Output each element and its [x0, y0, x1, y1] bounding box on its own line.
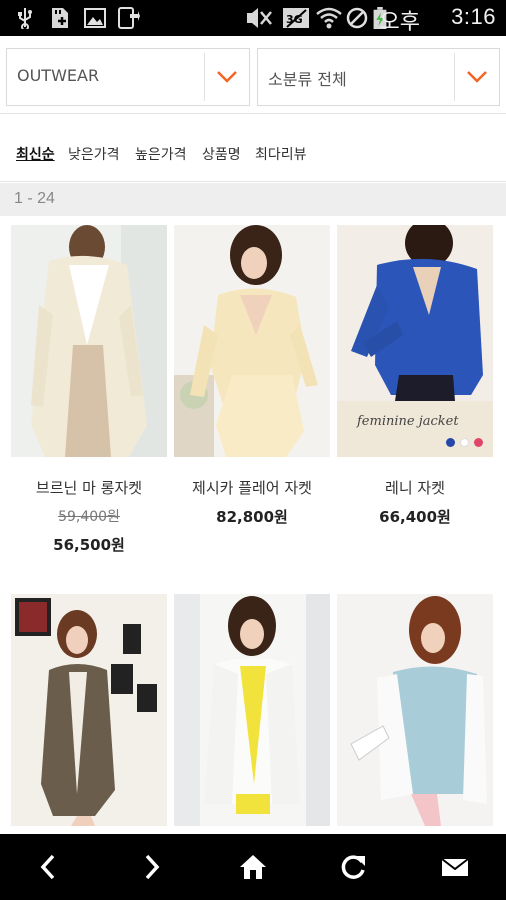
home-button[interactable]: [230, 844, 276, 890]
product-grid: 브르닌 마 롱자켓 59,400원 56,500원 제시카 플레어 자켓 82,…: [0, 216, 506, 834]
product-name[interactable]: 브르닌 마 롱자켓: [1, 477, 177, 498]
image-icon: [84, 8, 106, 28]
color-swatch-white: [460, 438, 469, 447]
mail-button[interactable]: [432, 844, 478, 890]
wifi-icon: [316, 7, 342, 29]
category-select-value: OUTWEAR: [17, 66, 100, 85]
subcategory-select[interactable]: 소분류 전체: [257, 48, 500, 106]
product-name[interactable]: 레니 자켓: [327, 477, 503, 498]
result-range-label: 1 - 24: [14, 190, 55, 207]
select-divider: [454, 53, 455, 101]
sort-most-reviews[interactable]: 최다리뷰: [255, 144, 307, 164]
browser-nav-bar: [0, 834, 506, 900]
sort-options: 최신순 낮은가격 높은가격 상품명 최다리뷰: [0, 114, 506, 182]
color-swatch-blue: [446, 438, 455, 447]
status-ampm: 오후: [379, 10, 420, 35]
product-price: 66,400원: [379, 508, 451, 526]
color-swatch-pink: [474, 438, 483, 447]
sort-newest[interactable]: 최신순: [16, 144, 55, 164]
category-select[interactable]: OUTWEAR: [6, 48, 250, 106]
sd-card-icon: [52, 8, 68, 28]
product-card[interactable]: 브르닌 마 롱자켓 59,400원 56,500원: [11, 225, 167, 555]
product-image[interactable]: [174, 225, 330, 457]
refresh-icon: [341, 855, 365, 879]
mail-icon: [441, 858, 469, 876]
data-icon: 3G: [283, 8, 309, 28]
product-card[interactable]: [337, 594, 493, 826]
back-arrow-icon: [40, 854, 55, 880]
forward-arrow-icon: [145, 854, 160, 880]
forward-button[interactable]: [128, 844, 174, 890]
back-button[interactable]: [26, 844, 72, 890]
no-sign-icon: [346, 7, 368, 29]
product-price: 82,800원: [216, 508, 288, 526]
select-divider: [204, 53, 205, 101]
product-card[interactable]: [174, 594, 330, 826]
filter-bar: OUTWEAR 소분류 전체: [0, 36, 506, 114]
usb-icon: [18, 8, 32, 29]
product-card[interactable]: feminine jacket 레니 자켓 66,400원: [337, 225, 493, 555]
download-icon: [118, 7, 140, 29]
sort-high-price[interactable]: 높은가격: [135, 144, 187, 164]
product-price: 56,500원: [53, 536, 125, 554]
chevron-down-icon: [467, 71, 487, 83]
product-image[interactable]: feminine jacket: [337, 225, 493, 457]
chevron-down-icon: [217, 71, 237, 83]
status-bar: 3G 오후 3:16: [0, 0, 506, 36]
product-card[interactable]: [11, 594, 167, 826]
status-time: 3:16: [451, 4, 496, 29]
product-card[interactable]: 제시카 플레어 자켓 82,800원: [174, 225, 330, 555]
product-name[interactable]: 제시카 플레어 자켓: [164, 477, 340, 498]
product-image[interactable]: [337, 594, 493, 826]
sort-name[interactable]: 상품명: [202, 144, 241, 164]
product-image[interactable]: [11, 225, 167, 457]
product-image[interactable]: [174, 594, 330, 826]
home-icon: [240, 855, 266, 879]
product-image-caption: feminine jacket: [357, 414, 459, 429]
mute-icon: [247, 8, 272, 28]
product-original-price: 59,400원: [58, 509, 120, 525]
result-range-bar: 1 - 24: [0, 183, 506, 216]
sort-low-price[interactable]: 낮은가격: [68, 144, 120, 164]
refresh-button[interactable]: [330, 844, 376, 890]
product-image[interactable]: [11, 594, 167, 826]
subcategory-select-value: 소분류 전체: [268, 70, 347, 89]
